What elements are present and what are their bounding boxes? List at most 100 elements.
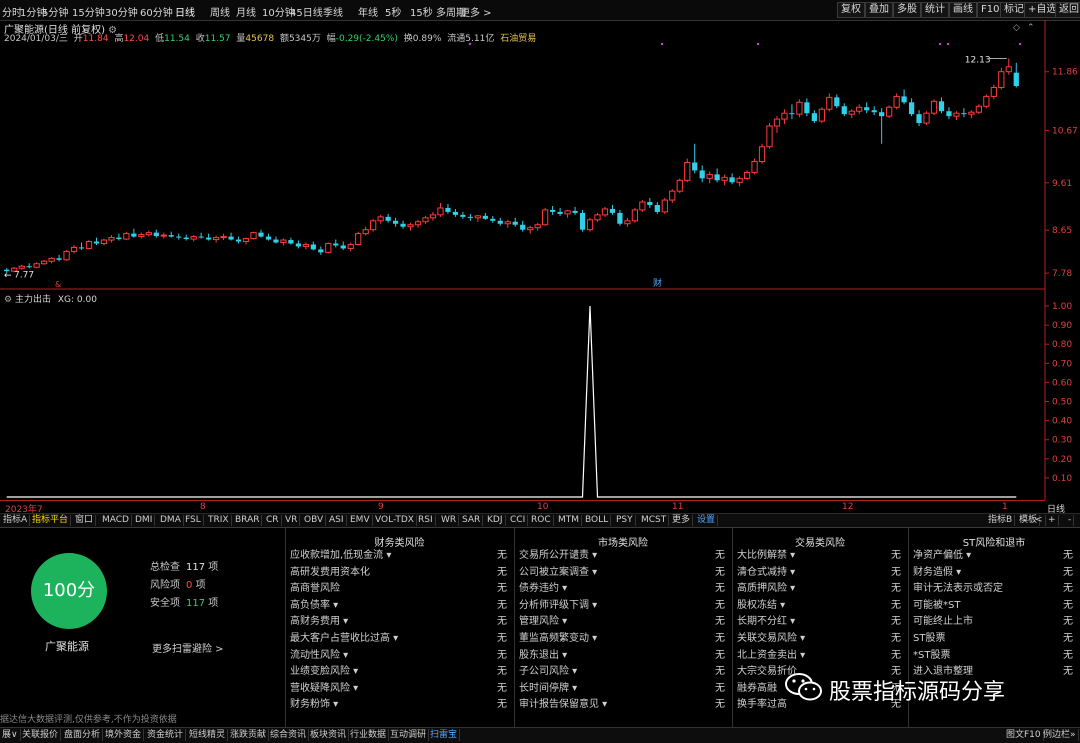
period-tab-14[interactable]: 15秒 bbox=[410, 4, 433, 19]
indicator-tab-26[interactable]: 设置 bbox=[695, 515, 719, 526]
indicator-right-btn-0[interactable]: 指标B bbox=[986, 515, 1016, 526]
indicator-chart[interactable]: 1.00 0.90 0.80 0.70 0.60 0.50 0.40 0.30 0.20 0.10 bbox=[0, 290, 1080, 500]
bottom-tab-1[interactable]: 关联报价 bbox=[20, 729, 62, 741]
indicator-right-btn-4[interactable]: + bbox=[1046, 515, 1059, 526]
period-tab-7[interactable]: 周线 bbox=[210, 4, 230, 19]
indicator-tab-2[interactable]: 窗口 bbox=[73, 515, 97, 526]
indicator-tab-24[interactable]: MCST bbox=[639, 515, 670, 526]
bottom-right-1[interactable]: 例边栏» bbox=[1041, 729, 1079, 741]
risk-item[interactable]: 清仓式减持 ▾ 无 bbox=[737, 565, 901, 581]
indicator-tab-15[interactable]: RSI bbox=[416, 515, 436, 526]
indicator-tab-9[interactable]: CR bbox=[264, 515, 282, 526]
risk-item[interactable]: 营收疑降风险 ▾ 无 bbox=[290, 681, 507, 697]
risk-item[interactable]: 债券违约 ▾ 无 bbox=[519, 581, 725, 597]
risk-item[interactable]: 董监高频繁变动 ▾ 无 bbox=[519, 631, 725, 647]
period-tab-12[interactable]: 年线 bbox=[358, 4, 378, 19]
bottom-tab-0[interactable]: 展∨ bbox=[0, 729, 21, 741]
bottom-tab-8[interactable]: 板块资讯 bbox=[308, 729, 350, 741]
bottom-tab-3[interactable]: 境外资金 bbox=[103, 729, 145, 741]
bottom-tab-7[interactable]: 综合资讯 bbox=[268, 729, 310, 741]
risk-item[interactable]: 财务造假 ▾ 无 bbox=[913, 565, 1073, 581]
period-tab-11[interactable]: 季线 bbox=[323, 4, 343, 19]
risk-item[interactable]: 高研发费用资本化 无 bbox=[290, 565, 507, 581]
bottom-tab-11[interactable]: 扫雷宝 bbox=[428, 729, 461, 741]
risk-item[interactable]: 长期不分红 ▾ 无 bbox=[737, 614, 901, 630]
bottom-tab-2[interactable]: 盘面分析 bbox=[62, 729, 104, 741]
period-tab-16[interactable]: 更多 > bbox=[460, 4, 492, 19]
period-tab-4[interactable]: 30分钟 bbox=[105, 4, 138, 19]
indicator-tab-7[interactable]: TRIX bbox=[206, 515, 232, 526]
indicator-tab-25[interactable]: 更多 bbox=[670, 515, 694, 526]
toolbar-button-0[interactable]: 复权 bbox=[837, 2, 865, 18]
indicator-tab-14[interactable]: VOL-TDX bbox=[373, 515, 417, 526]
risk-item[interactable]: 公司被立案调查 ▾ 无 bbox=[519, 565, 725, 581]
toolbar-button-2[interactable]: 多股 bbox=[893, 2, 921, 18]
bottom-tab-6[interactable]: 涨跌贡献 bbox=[228, 729, 270, 741]
period-tab-13[interactable]: 5秒 bbox=[385, 4, 401, 19]
risk-item[interactable]: 业绩变脸风险 ▾ 无 bbox=[290, 664, 507, 680]
bottom-tab-9[interactable]: 行业数据 bbox=[348, 729, 390, 741]
indicator-tab-13[interactable]: EMV bbox=[348, 515, 373, 526]
toolbar-button-8[interactable]: 返回 bbox=[1055, 2, 1080, 18]
toolbar-button-3[interactable]: 统计 bbox=[921, 2, 949, 18]
risk-item[interactable]: 高财务费用 ▾ 无 bbox=[290, 614, 507, 630]
indicator-tab-23[interactable]: PSY bbox=[614, 515, 636, 526]
indicator-tab-11[interactable]: OBV bbox=[302, 515, 327, 526]
indicator-tab-21[interactable]: MTM bbox=[556, 515, 583, 526]
indicator-right-btn-2[interactable]: < bbox=[1033, 515, 1046, 526]
indicator-tab-10[interactable]: VR bbox=[283, 515, 301, 526]
risk-item[interactable]: 高负债率 ▾ 无 bbox=[290, 598, 507, 614]
indicator-tab-8[interactable]: BRAR bbox=[233, 515, 263, 526]
risk-item[interactable]: 审计无法表示或否定 无 bbox=[913, 581, 1073, 597]
risk-item[interactable]: 长时间停牌 ▾ 无 bbox=[519, 681, 725, 697]
risk-item[interactable]: 流动性风险 ▾ 无 bbox=[290, 648, 507, 664]
risk-item[interactable]: 审计报告保留意见 ▾ 无 bbox=[519, 697, 725, 713]
bottom-tab-4[interactable]: 资金统计 bbox=[145, 729, 187, 741]
risk-item[interactable]: 应收款增加,低现金流 ▾ 无 bbox=[290, 548, 507, 564]
risk-item[interactable]: 子公司风险 ▾ 无 bbox=[519, 664, 725, 680]
bottom-tab-10[interactable]: 互动调研 bbox=[388, 729, 430, 741]
indicator-tab-19[interactable]: CCI bbox=[508, 515, 529, 526]
indicator-tab-1[interactable]: 指标平台 bbox=[30, 515, 72, 526]
risk-item[interactable]: 股权冻结 ▾ 无 bbox=[737, 598, 901, 614]
risk-item[interactable]: 交易所公开谴责 ▾ 无 bbox=[519, 548, 725, 564]
indicator-tab-3[interactable]: MACD bbox=[100, 515, 132, 526]
period-tab-2[interactable]: 5分钟 bbox=[42, 4, 68, 19]
indicator-tab-0[interactable]: 指标A bbox=[1, 515, 31, 526]
indicator-tab-12[interactable]: ASI bbox=[327, 515, 347, 526]
period-tab-0[interactable]: 分时 bbox=[2, 4, 22, 19]
period-tab-5[interactable]: 60分钟 bbox=[140, 4, 173, 19]
risk-item[interactable]: 财务粉饰 ▾ 无 bbox=[290, 697, 507, 713]
period-tab-10[interactable]: 45日线 bbox=[290, 4, 323, 19]
period-tab-6[interactable]: 日线 bbox=[175, 4, 195, 19]
toolbar-button-1[interactable]: 叠加 bbox=[865, 2, 893, 18]
more-scan-link[interactable]: 更多扫雷避险 > bbox=[152, 640, 224, 655]
indicator-tab-18[interactable]: KDJ bbox=[485, 515, 506, 526]
indicator-tab-4[interactable]: DMI bbox=[133, 515, 156, 526]
risk-item[interactable]: 可能被*ST 无 bbox=[913, 598, 1073, 614]
indicator-tab-6[interactable]: FSL bbox=[183, 515, 204, 526]
risk-item[interactable]: 股东退出 ▾ 无 bbox=[519, 648, 725, 664]
indicator-tab-20[interactable]: ROC bbox=[529, 515, 554, 526]
indicator-tab-17[interactable]: SAR bbox=[460, 515, 484, 526]
candlestick-chart[interactable]: 11.86 10.67 9.61 8.65 7.78 ← 12.13 7.77 财 & ◇ ⌃ bbox=[0, 20, 1080, 290]
settings-icon[interactable]: ⚙ bbox=[4, 295, 12, 305]
risk-item[interactable]: 分析师评级下调 ▾ 无 bbox=[519, 598, 725, 614]
risk-item[interactable]: 高商誉风险 无 bbox=[290, 581, 507, 597]
bottom-right-0[interactable]: 图文F10 bbox=[1004, 729, 1044, 741]
risk-item[interactable]: 管理风险 ▾ 无 bbox=[519, 614, 725, 630]
indicator-tab-16[interactable]: WR bbox=[439, 515, 460, 526]
risk-item[interactable]: 最大客户占营收比过高 ▾ 无 bbox=[290, 631, 507, 647]
indicator-right-btn-5[interactable]: - bbox=[1066, 515, 1075, 526]
toolbar-button-4[interactable]: 画线 bbox=[949, 2, 977, 18]
risk-item[interactable]: 净资产偏低 ▾ 无 bbox=[913, 548, 1073, 564]
risk-item[interactable]: 北上资金卖出 ▾ 无 bbox=[737, 648, 901, 664]
risk-item[interactable]: 大比例解禁 ▾ 无 bbox=[737, 548, 901, 564]
risk-item[interactable]: 关联交易风险 ▾ 无 bbox=[737, 631, 901, 647]
indicator-tab-5[interactable]: DMA bbox=[158, 515, 184, 526]
risk-item[interactable]: *ST股票 无 bbox=[913, 648, 1073, 664]
bottom-tab-5[interactable]: 短线精灵 bbox=[187, 729, 229, 741]
risk-item[interactable]: 可能终止上市 无 bbox=[913, 614, 1073, 630]
period-tab-3[interactable]: 15分钟 bbox=[72, 4, 105, 19]
risk-item[interactable]: ST股票 无 bbox=[913, 631, 1073, 647]
